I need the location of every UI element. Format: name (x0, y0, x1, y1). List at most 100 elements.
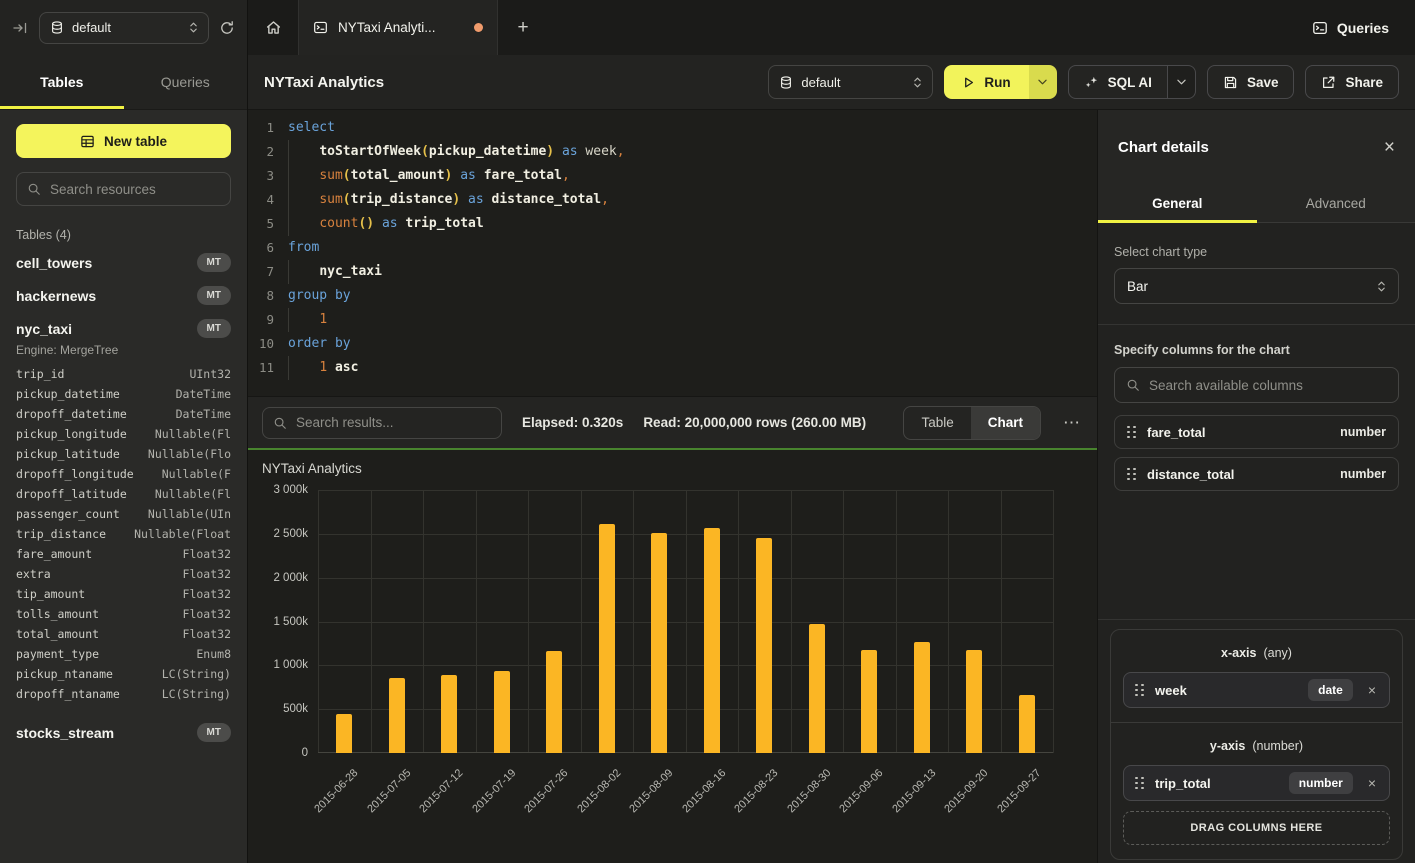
y-axis-tick-label: 3 000k (273, 484, 308, 496)
save-button[interactable]: Save (1207, 65, 1295, 99)
tables-list: cell_towersMThackernewsMTnyc_taxiMTEngin… (16, 246, 231, 749)
bar-2015-07-26[interactable] (546, 651, 562, 753)
run-button-group: Run (944, 65, 1056, 99)
code-token: , (562, 168, 570, 183)
table-name: nyc_taxi (16, 321, 72, 337)
refresh-icon[interactable] (219, 20, 235, 36)
sidebar-tab-queries[interactable]: Queries (124, 55, 248, 109)
table-column-row: extraFloat32 (16, 564, 231, 584)
x-axis-field-week[interactable]: week date × (1123, 672, 1390, 708)
bar-2015-08-16[interactable] (704, 528, 720, 753)
available-column-distance-total[interactable]: distance_total number (1114, 457, 1399, 491)
x-axis-tick-label: 2015-09-06 (837, 767, 885, 815)
new-table-button[interactable]: New table (16, 124, 231, 158)
queries-button[interactable]: Queries (1286, 0, 1415, 55)
sidebar-table-stocks_stream[interactable]: stocks_streamMT (16, 716, 231, 749)
collapse-sidebar-icon[interactable] (12, 20, 29, 36)
more-options-button[interactable]: ⋯ (1061, 413, 1083, 433)
bar-2015-09-20[interactable] (966, 650, 982, 753)
line-number: 8 (248, 284, 288, 308)
bar-2015-09-27[interactable] (1019, 695, 1035, 753)
sidebar-database-selector[interactable]: default (39, 12, 209, 44)
code-token: 1 (319, 360, 327, 375)
code-token: fare_total (484, 168, 562, 183)
y-axis-field-trip-total[interactable]: trip_total number × (1123, 765, 1390, 801)
search-icon (1126, 378, 1140, 392)
bar-2015-07-05[interactable] (389, 678, 405, 753)
tab-general[interactable]: General (1098, 185, 1257, 222)
y-axis-section: y-axis(number) trip_total number × DRAG … (1111, 722, 1402, 859)
home-button[interactable] (248, 0, 298, 55)
query-database-selector[interactable]: default (768, 65, 933, 99)
search-results-input[interactable]: Search results... (262, 407, 502, 439)
sidebar-search-input[interactable]: Search resources (16, 172, 231, 206)
bar-2015-09-13[interactable] (914, 642, 930, 753)
sidebar-table-nyc_taxi[interactable]: nyc_taxiMT (16, 312, 231, 345)
sql-ai-options-button[interactable] (1168, 65, 1196, 99)
toggle-table-view[interactable]: Table (904, 407, 970, 439)
drag-handle-icon[interactable] (1127, 426, 1136, 439)
code-text: count() as trip_total (288, 212, 484, 236)
table-column-row: payment_typeEnum8 (16, 644, 231, 664)
line-number: 5 (248, 212, 288, 236)
code-line: 5 count() as trip_total (248, 212, 1097, 236)
sidebar-table-hackernews[interactable]: hackernewsMT (16, 279, 231, 312)
table-column-row: pickup_latitudeNullable(Flo (16, 444, 231, 464)
search-icon (273, 416, 287, 430)
column-search-input[interactable]: Search available columns (1114, 367, 1399, 403)
run-button[interactable]: Run (944, 65, 1028, 99)
column-name: fare_total (1147, 425, 1206, 440)
gridline-vertical (1053, 490, 1054, 753)
x-axis-tick-label: 2015-07-19 (470, 767, 518, 815)
column-search-placeholder: Search available columns (1149, 378, 1303, 393)
drop-zone[interactable]: DRAG COLUMNS HERE (1123, 811, 1390, 845)
bar-2015-08-02[interactable] (599, 524, 615, 753)
bar-2015-08-23[interactable] (756, 538, 772, 753)
remove-field-icon[interactable]: × (1368, 682, 1376, 698)
bar-2015-09-06[interactable] (861, 650, 877, 753)
line-number: 7 (248, 260, 288, 284)
bar-2015-07-12[interactable] (441, 675, 457, 753)
sidebar-table-cell_towers[interactable]: cell_towersMT (16, 246, 231, 279)
drag-handle-icon[interactable] (1135, 684, 1144, 697)
toggle-chart-view[interactable]: Chart (971, 407, 1040, 439)
remove-field-icon[interactable]: × (1368, 775, 1376, 791)
toggle-chart-label: Chart (988, 415, 1023, 430)
drag-handle-icon[interactable] (1135, 777, 1144, 790)
chart-area: NYTaxi Analytics 3 000k2 500k2 000k1 500… (248, 450, 1097, 863)
tab-general-label: General (1152, 196, 1202, 211)
table-name: stocks_stream (16, 725, 114, 741)
chart-details-title: Chart details (1118, 139, 1209, 156)
column-name: pickup_ntaname (16, 664, 113, 684)
sql-editor[interactable]: 1select2 toStartOfWeek(pickup_datetime) … (248, 110, 1097, 396)
sidebar-tab-queries-label: Queries (161, 74, 210, 90)
engine-badge: MT (197, 253, 231, 272)
tab-nytaxi-analytics[interactable]: NYTaxi Analyti... (298, 0, 498, 55)
bar-2015-08-09[interactable] (651, 533, 667, 753)
database-icon (50, 20, 64, 35)
sql-ai-button[interactable]: SQL AI (1068, 65, 1168, 99)
x-axis-line (318, 752, 1053, 753)
available-column-fare-total[interactable]: fare_total number (1114, 415, 1399, 449)
y-axis-tick-label: 1 500k (273, 616, 308, 628)
sidebar-tab-tables[interactable]: Tables (0, 55, 124, 109)
close-icon[interactable]: × (1384, 138, 1395, 157)
share-button[interactable]: Share (1305, 65, 1399, 99)
specify-columns-label: Specify columns for the chart (1114, 343, 1399, 357)
run-options-button[interactable] (1029, 65, 1057, 99)
x-axis-title: x-axis(any) (1123, 646, 1390, 660)
chart-type-select[interactable]: Bar (1114, 268, 1399, 304)
column-type: Nullable(UIn (148, 504, 231, 524)
code-token (374, 216, 382, 231)
column-type: Nullable(Float (134, 524, 231, 544)
column-type: Nullable(Fl (155, 424, 231, 444)
bar-2015-07-19[interactable] (494, 671, 510, 753)
table-icon (80, 134, 95, 149)
bar-2015-08-30[interactable] (809, 624, 825, 753)
drag-handle-icon[interactable] (1127, 468, 1136, 481)
column-type: Nullable(Fl (155, 484, 231, 504)
new-tab-button[interactable]: + (498, 0, 548, 55)
bar-2015-06-28[interactable] (336, 714, 352, 753)
table-column-row: pickup_ntanameLC(String) (16, 664, 231, 684)
tab-advanced[interactable]: Advanced (1257, 185, 1415, 222)
